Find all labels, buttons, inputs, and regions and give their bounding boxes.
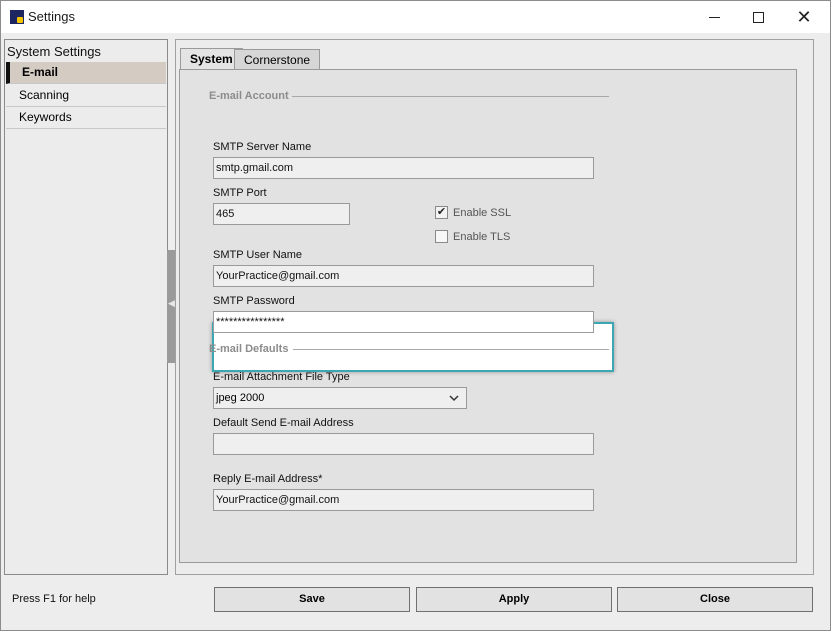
enable-ssl-checkbox-row[interactable]: ✔ Enable SSL [435,206,511,219]
maximize-icon [752,11,764,23]
attachment-type-label: E-mail Attachment File Type [213,371,350,383]
panel-splitter[interactable]: ◀ [167,250,175,363]
smtp-server-input[interactable]: smtp.gmail.com [213,157,594,179]
nav-item-scanning[interactable]: Scanning [6,85,166,107]
smtp-user-label: SMTP User Name [213,249,303,261]
enable-ssl-label: Enable SSL [453,206,512,219]
settings-content: System Cornerstone E-mail Account SMTP S… [175,39,814,575]
nav-item-email[interactable]: E-mail [6,62,166,84]
save-button[interactable]: Save [214,587,410,612]
collapse-left-icon[interactable]: ◀ [168,298,175,309]
help-hint: Press F1 for help [12,593,96,605]
app-icon [10,10,24,24]
enable-tls-checkbox-row[interactable]: Enable TLS [435,230,510,243]
chevron-down-icon [448,390,460,410]
smtp-server-label: SMTP Server Name [213,141,312,153]
smtp-user-input[interactable]: YourPractice@gmail.com [213,265,594,287]
smtp-password-input[interactable]: **************** [213,311,594,333]
enable-tls-checkbox[interactable] [435,230,448,243]
smtp-password-label: SMTP Password [213,295,295,307]
smtp-port-input[interactable]: 465 [213,203,350,225]
reply-address-label: Reply E-mail Address* [213,473,323,485]
tab-label: System [190,52,233,66]
attachment-type-select[interactable]: jpeg 2000 [213,387,467,409]
title-bar[interactable]: Settings ✕ [1,1,830,33]
nav-header: System Settings [7,44,101,59]
section-divider [292,96,609,97]
settings-window: Settings ✕ System Settings E-mail Scanni… [0,0,831,631]
attachment-type-value: jpeg 2000 [216,392,265,404]
email-account-section-label: E-mail Account [209,90,289,102]
nav-item-label: Scanning [19,88,70,102]
close-icon: ✕ [796,7,812,27]
nav-item-label: Keywords [19,110,72,124]
default-send-input[interactable] [213,433,594,455]
default-send-label: Default Send E-mail Address [213,417,354,429]
enable-ssl-checkbox[interactable]: ✔ [435,206,448,219]
apply-button[interactable]: Apply [416,587,612,612]
tab-cornerstone[interactable]: Cornerstone [234,49,321,70]
nav-item-keywords[interactable]: Keywords [6,107,166,129]
minimize-button[interactable] [691,1,737,33]
section-divider [293,349,609,350]
reply-address-input[interactable]: YourPractice@gmail.com [213,489,594,511]
enable-tls-label: Enable TLS [453,230,511,243]
tab-label: Cornerstone [244,53,311,67]
smtp-port-label: SMTP Port [213,187,267,199]
nav-item-label: E-mail [22,65,59,79]
maximize-button[interactable] [735,1,781,33]
close-window-button[interactable]: ✕ [781,1,827,33]
system-tab-panel: E-mail Account SMTP Server Name smtp.gma… [179,69,797,563]
email-defaults-section-label: E-mail Defaults [209,343,289,355]
close-button[interactable]: Close [617,587,813,612]
settings-nav-panel: System Settings E-mail Scanning Keywords [4,39,168,575]
minimize-icon [708,16,720,18]
window-title: Settings [28,9,75,24]
